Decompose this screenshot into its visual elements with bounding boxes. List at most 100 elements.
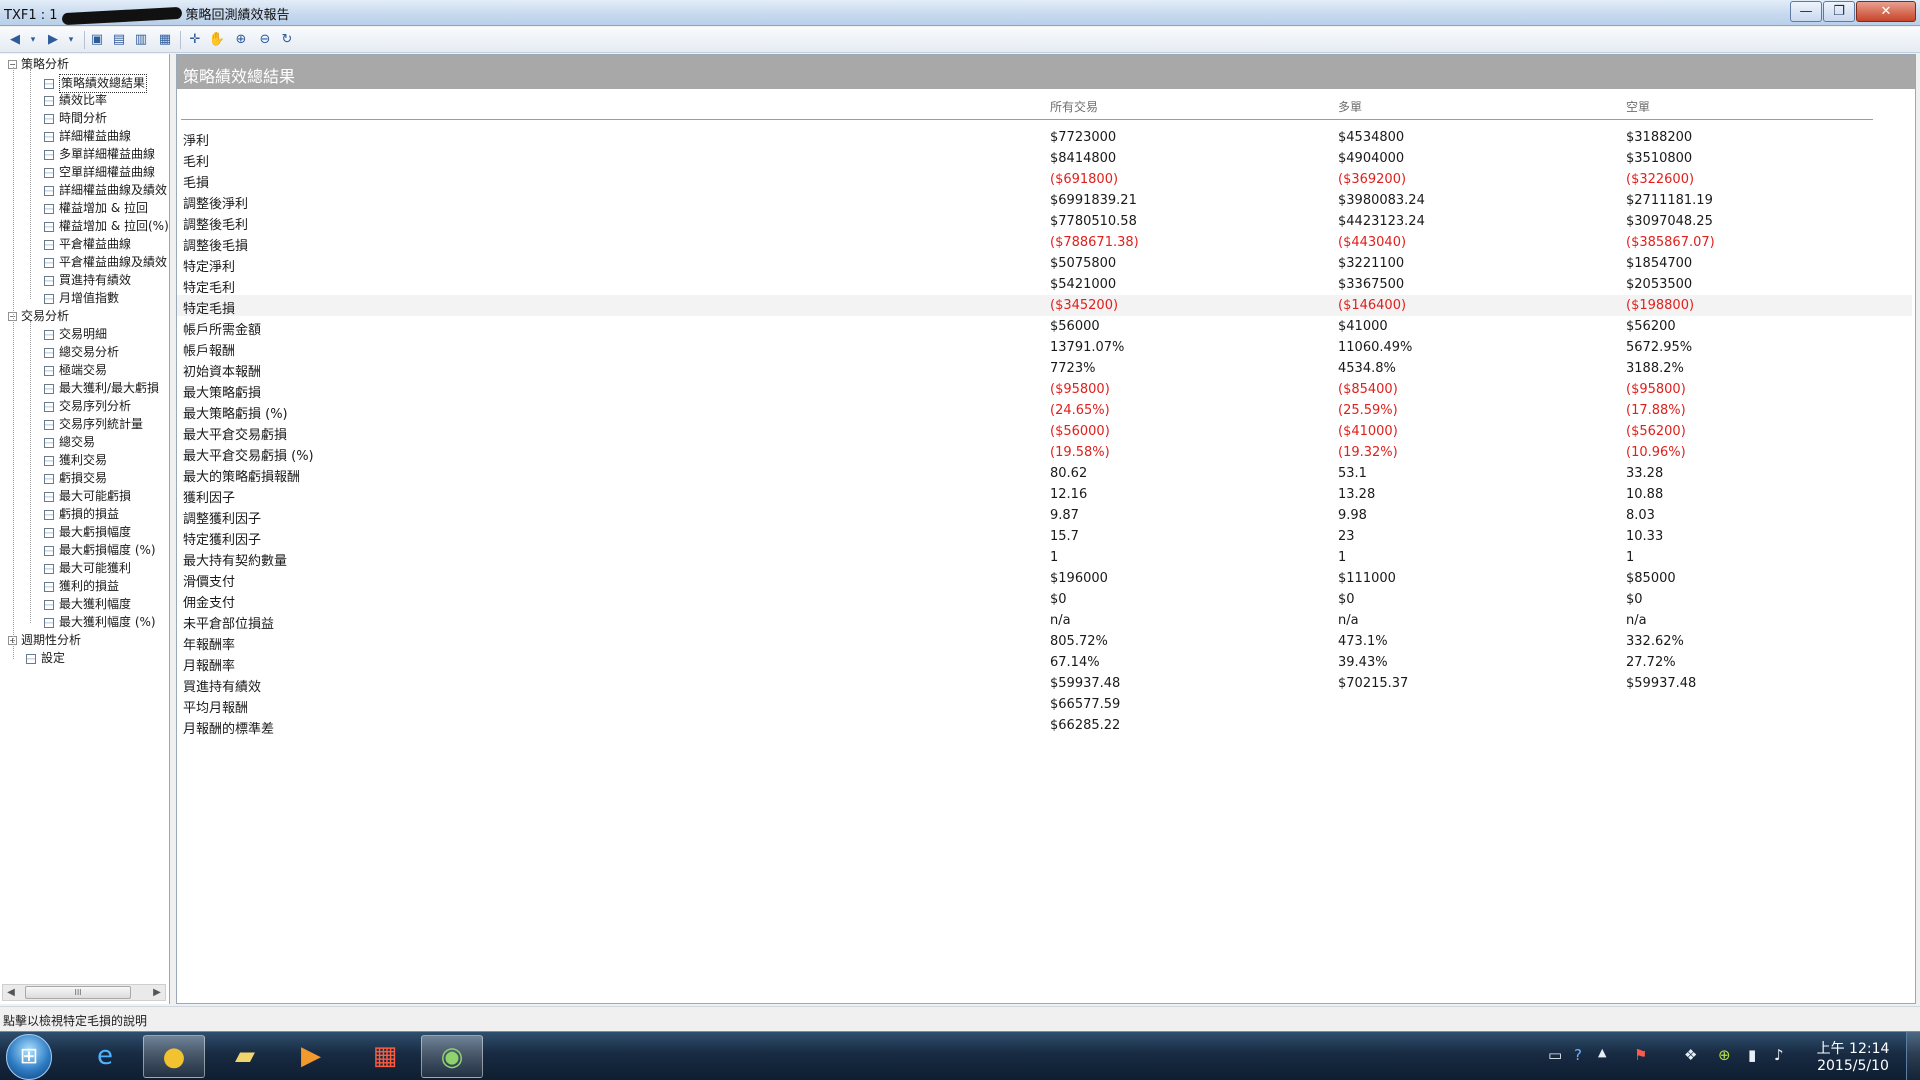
table-row[interactable]: 未平倉部位損益 n/a n/a n/a [177, 610, 1912, 632]
table-row[interactable]: 最大平倉交易虧損 (%) (19.58%) (19.32%) (10.96%) [177, 442, 1912, 464]
tree-item-settings[interactable]: 設定 [26, 650, 65, 667]
clock-date[interactable]: 2015/5/10 [1808, 1058, 1898, 1074]
forward-icon[interactable]: ▶ [44, 31, 62, 49]
dropbox-icon[interactable]: ❖ [1684, 1046, 1697, 1064]
back-icon[interactable]: ◀ [6, 31, 24, 49]
refresh-icon[interactable]: ↻ [278, 31, 296, 49]
tree-item[interactable]: 策略績效總結果 [44, 74, 148, 93]
tree-item[interactable]: 總交易 [44, 434, 95, 451]
tree-item[interactable]: 最大獲利/最大虧損 [44, 380, 159, 397]
table-row[interactable]: 調整後毛利 $7780510.58 $4423123.24 $3097048.25 [177, 211, 1912, 233]
tree-group-1[interactable]: − 策略分析 [8, 56, 69, 73]
pointer-icon[interactable]: ✛ [186, 31, 204, 49]
tree-item[interactable]: 詳細權益曲線及績效 [44, 182, 167, 199]
tree-item[interactable]: 買進持有績效 [44, 272, 131, 289]
tree-item[interactable]: 最大可能虧損 [44, 488, 131, 505]
dropdown-icon[interactable]: ▾ [24, 31, 42, 49]
help-icon[interactable]: ? [1574, 1046, 1582, 1064]
internet-explorer-icon[interactable]: e [74, 1035, 136, 1078]
table-row[interactable]: 特定淨利 $5075800 $3221100 $1854700 [177, 253, 1912, 275]
table-row[interactable]: 最大策略虧損 (%) (24.65%) (25.59%) (17.88%) [177, 400, 1912, 422]
tree-item[interactable]: 最大獲利幅度 (%) [44, 614, 156, 631]
app-grid-icon[interactable]: ▦ [354, 1035, 416, 1078]
tree-item[interactable]: 交易明細 [44, 326, 107, 343]
zoom-out-icon[interactable]: ⊖ [256, 31, 274, 49]
tree-item[interactable]: 權益增加 & 拉回 [44, 200, 148, 217]
tree-item[interactable]: 詳細權益曲線 [44, 128, 131, 145]
table-row[interactable]: 淨利 $7723000 $4534800 $3188200 [177, 127, 1912, 149]
table-row[interactable]: 獲利因子 12.16 13.28 10.88 [177, 484, 1912, 506]
layout-icon[interactable]: ▦ [156, 31, 174, 49]
tree-item[interactable]: 平倉權益曲線及績效 [44, 254, 167, 271]
dropdown-icon[interactable]: ▾ [62, 31, 80, 49]
tree-item[interactable]: 月增值指數 [44, 290, 119, 307]
tree-item[interactable]: 極端交易 [44, 362, 107, 379]
tree-item[interactable]: 總交易分析 [44, 344, 119, 361]
save-icon[interactable]: ▣ [88, 31, 106, 49]
table-row[interactable]: 最大平倉交易虧損 ($56000) ($41000) ($56200) [177, 421, 1912, 443]
show-desktop-button[interactable] [1906, 1032, 1920, 1080]
action-center-flag-icon[interactable]: ⚑ [1634, 1046, 1647, 1064]
print-icon[interactable]: ▥ [132, 31, 150, 49]
table-row[interactable]: 調整後毛損 ($788671.38) ($443040) ($385867.07) [177, 232, 1912, 254]
tree-item[interactable]: 最大獲利幅度 [44, 596, 131, 613]
table-row[interactable]: 毛損 ($691800) ($369200) ($322600) [177, 169, 1912, 191]
table-row[interactable]: 帳戶報酬 13791.07% 11060.49% 5672.95% [177, 337, 1912, 359]
table-row[interactable]: 月報酬率 67.14% 39.43% 27.72% [177, 652, 1912, 674]
table-row[interactable]: 帳戶所需金額 $56000 $41000 $56200 [177, 316, 1912, 338]
table-row[interactable]: 滑價支付 $196000 $111000 $85000 [177, 568, 1912, 590]
table-row[interactable]: 平均月報酬 $66577.59 [177, 694, 1912, 716]
expand-tray-icon[interactable]: ▲ [1598, 1046, 1606, 1059]
tree-group-3[interactable]: + 週期性分析 [8, 632, 81, 649]
tree-item[interactable]: 時間分析 [44, 110, 107, 127]
chrome-icon[interactable]: ● [143, 1035, 205, 1078]
table-row[interactable]: 佣金支付 $0 $0 $0 [177, 589, 1912, 611]
file-explorer-icon[interactable]: ▰ [214, 1035, 276, 1078]
tree-item[interactable]: 績效比率 [44, 92, 107, 109]
close-button[interactable]: ✕ [1856, 1, 1916, 22]
tree-item[interactable]: 多單詳細權益曲線 [44, 146, 155, 163]
tree-item[interactable]: 虧損交易 [44, 470, 107, 487]
volume-icon[interactable]: ♪ [1774, 1046, 1784, 1064]
table-row[interactable]: 月報酬的標準差 $66285.22 [177, 715, 1912, 737]
update-plus-icon[interactable]: ⊕ [1718, 1046, 1731, 1064]
preview-icon[interactable]: ▤ [110, 31, 128, 49]
tree-item[interactable]: 獲利交易 [44, 452, 107, 469]
tree-item[interactable]: 虧損的損益 [44, 506, 119, 523]
tree-horizontal-scrollbar[interactable]: ◀ III ▶ [2, 984, 166, 1001]
tree-item[interactable]: 交易序列分析 [44, 398, 131, 415]
table-row[interactable]: 最大策略虧損 ($95800) ($85400) ($95800) [177, 379, 1912, 401]
tree-item[interactable]: 權益增加 & 拉回(%) [44, 218, 169, 235]
tree-item[interactable]: 空單詳細權益曲線 [44, 164, 155, 181]
table-row[interactable]: 毛利 $8414800 $4904000 $3510800 [177, 148, 1912, 170]
zoom-in-icon[interactable]: ⊕ [232, 31, 250, 49]
scroll-left-icon[interactable]: ◀ [3, 985, 19, 1000]
media-player-icon[interactable]: ▶ [280, 1035, 342, 1078]
tree-item[interactable]: 交易序列統計量 [44, 416, 143, 433]
table-row[interactable]: 調整後淨利 $6991839.21 $3980083.24 $2711181.19 [177, 190, 1912, 212]
tree-item[interactable]: 最大虧損幅度 (%) [44, 542, 156, 559]
scroll-thumb[interactable]: III [25, 986, 131, 999]
table-row[interactable]: 調整獲利因子 9.87 9.98 8.03 [177, 505, 1912, 527]
windows-start-icon[interactable]: ⊞ [6, 1034, 52, 1080]
table-row[interactable]: 初始資本報酬 7723% 4534.8% 3188.2% [177, 358, 1912, 380]
tree-group-2[interactable]: − 交易分析 [8, 308, 69, 325]
table-row[interactable]: 特定毛損 ($345200) ($146400) ($198800) [177, 295, 1912, 317]
tree-item[interactable]: 最大虧損幅度 [44, 524, 131, 541]
table-row[interactable]: 年報酬率 805.72% 473.1% 332.62% [177, 631, 1912, 653]
network-card-icon[interactable]: ▭ [1548, 1046, 1562, 1064]
table-row[interactable]: 特定毛利 $5421000 $3367500 $2053500 [177, 274, 1912, 296]
trading-app-icon[interactable]: ◉ [421, 1035, 483, 1078]
tree-item[interactable]: 獲利的損益 [44, 578, 119, 595]
clock-time[interactable]: 上午 12:14 [1808, 1038, 1898, 1058]
minimize-button[interactable]: — [1790, 1, 1822, 22]
maximize-button[interactable]: ❐ [1823, 1, 1855, 22]
table-row[interactable]: 特定獲利因子 15.7 23 10.33 [177, 526, 1912, 548]
scroll-right-icon[interactable]: ▶ [149, 985, 165, 1000]
signal-icon[interactable]: ▮ [1748, 1046, 1756, 1064]
table-row[interactable]: 買進持有績效 $59937.48 $70215.37 $59937.48 [177, 673, 1912, 695]
table-row[interactable]: 最大持有契約數量 1 1 1 [177, 547, 1912, 569]
table-row[interactable]: 最大的策略虧損報酬 80.62 53.1 33.28 [177, 463, 1912, 485]
hand-icon[interactable]: ✋ [208, 31, 226, 49]
tree-item[interactable]: 最大可能獲利 [44, 560, 131, 577]
